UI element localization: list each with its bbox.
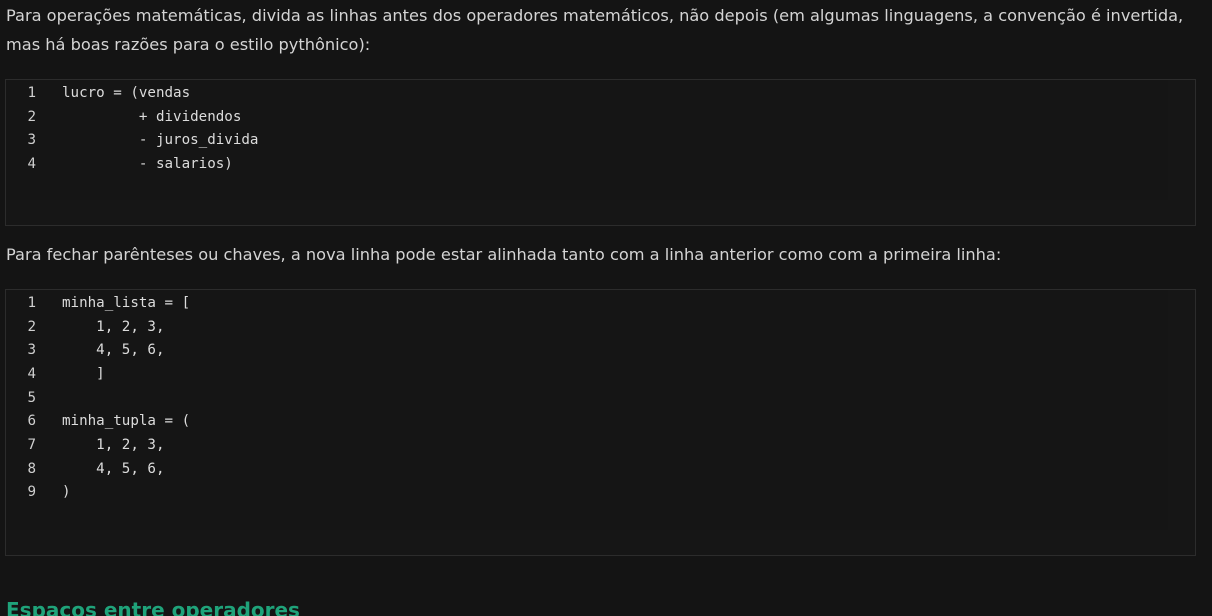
line-number: 6 (27, 413, 36, 430)
horizontal-scrollbar[interactable] (6, 200, 1195, 225)
section-heading: Espaços entre operadores (6, 598, 300, 616)
code-line: 4 ] (6, 362, 190, 386)
code-line: 9) (6, 481, 190, 505)
line-code: 1, 2, 3, (62, 436, 165, 453)
line-number: 3 (27, 132, 36, 149)
line-code: + dividendos (62, 108, 242, 125)
line-code: ) (62, 484, 71, 501)
line-code: lucro = (vendas (62, 84, 191, 101)
line-code: 4, 5, 6, (62, 460, 165, 477)
vertical-scrollbar[interactable] (1168, 80, 1195, 201)
code-line: 3 - juros_divida (6, 128, 258, 152)
code-viewport[interactable]: 1 minha_lista = [2 1, 2, 3, 3 4, 5, 6, 4 ] 5… (6, 290, 1169, 531)
code-block-lista-tupla: 1 minha_lista = [2 1, 2, 3, 3 4, 5, 6, 4 ] 5… (5, 289, 1196, 556)
code-lines: 1 minha_lista = [2 1, 2, 3, 3 4, 5, 6, 4 ] 5… (6, 291, 190, 504)
code-lines: 1 lucro = (vendas 2 + dividendos 3 - juros_… (6, 81, 258, 176)
article-page: Para operações matemáticas, divida as li… (0, 0, 1212, 616)
line-number: 1 (27, 294, 36, 311)
line-number: 5 (27, 389, 36, 406)
line-code: minha_lista = [ (62, 294, 191, 311)
line-number: 7 (27, 436, 36, 453)
code-line: 3 4, 5, 6, (6, 338, 190, 362)
code-line: 4 - salarios) (6, 152, 258, 176)
line-number: 1 (27, 84, 36, 101)
line-number: 4 (27, 155, 36, 172)
code-line: 2 1, 2, 3, (6, 315, 190, 339)
line-code: ] (62, 365, 105, 382)
code-viewport[interactable]: 1 lucro = (vendas 2 + dividendos 3 - juros_… (6, 80, 1169, 201)
code-line: 8 4, 5, 6, (6, 457, 190, 481)
line-number: 3 (27, 342, 36, 359)
horizontal-scrollbar[interactable] (6, 530, 1195, 555)
paragraph-closing-brackets: Para fechar parênteses ou chaves, a nova… (6, 245, 1002, 264)
code-line: 1 minha_lista = [ (6, 291, 190, 315)
vertical-scrollbar[interactable] (1168, 290, 1195, 531)
line-code: minha_tupla = ( (62, 413, 191, 430)
line-code: - salarios) (62, 155, 233, 172)
line-number: 4 (27, 365, 36, 382)
line-number: 9 (27, 484, 36, 501)
line-code: 1, 2, 3, (62, 318, 165, 335)
code-line: 6 minha_tupla = ( (6, 409, 190, 433)
code-line: 1 lucro = (vendas (6, 81, 258, 105)
code-block-lucro: 1 lucro = (vendas 2 + dividendos 3 - juros_… (5, 79, 1196, 226)
line-number: 2 (27, 318, 36, 335)
line-code: - juros_divida (62, 132, 259, 149)
code-line: 5 (6, 386, 190, 410)
code-line: 7 1, 2, 3, (6, 433, 190, 457)
line-number: 2 (27, 108, 36, 125)
paragraph-math-operators: Para operações matemáticas, divida as li… (6, 6, 1184, 54)
code-line: 2 + dividendos (6, 105, 258, 129)
line-code: 4, 5, 6, (62, 342, 165, 359)
line-number: 8 (27, 460, 36, 477)
